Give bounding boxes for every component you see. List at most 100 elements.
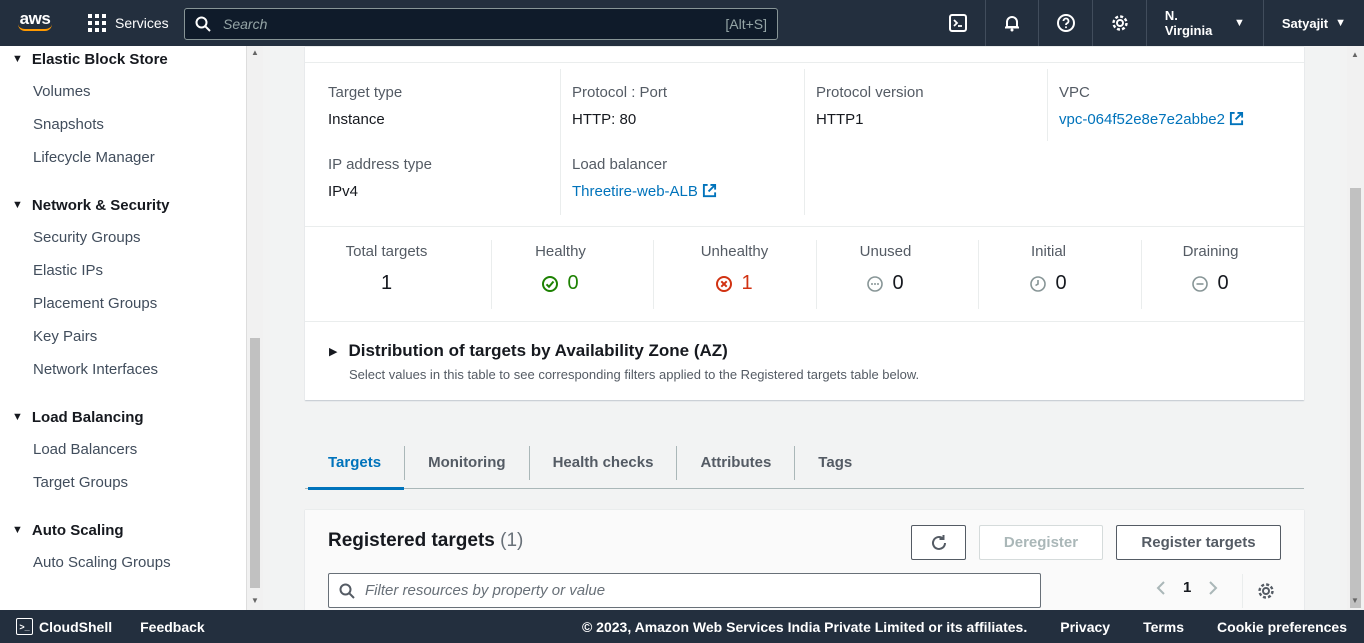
column-divider <box>560 69 561 215</box>
target-type-field: Target type Instance <box>328 84 402 128</box>
sidebar-item-lifecycle-manager[interactable]: Lifecycle Manager <box>33 147 155 169</box>
draining-value[interactable]: 0 <box>1129 272 1292 295</box>
column-divider <box>1047 69 1048 141</box>
tab-targets[interactable]: Targets <box>305 437 405 490</box>
tab-monitoring[interactable]: Monitoring <box>405 437 528 489</box>
vpc-link[interactable]: vpc-064f52e8e7e2abbe2 <box>1059 111 1244 128</box>
sidebar-section-ebs[interactable]: ▼ Elastic Block Store <box>0 46 168 72</box>
unused-stat[interactable]: Unused 0 <box>804 243 967 295</box>
sidebar-item-snapshots[interactable]: Snapshots <box>33 114 104 136</box>
pager-divider <box>1242 574 1243 608</box>
caret-down-icon: ▼ <box>1335 17 1347 29</box>
terms-link[interactable]: Terms <box>1143 619 1184 635</box>
sidebar-item-target-groups[interactable]: Target Groups <box>33 472 128 494</box>
sidebar-item-network-interfaces[interactable]: Network Interfaces <box>33 359 158 381</box>
filter-input[interactable] <box>365 582 1040 599</box>
current-page[interactable]: 1 <box>1183 579 1191 596</box>
cloudshell-button[interactable]: >_ CloudShell <box>16 618 112 635</box>
ip-address-type-field: IP address type IPv4 <box>328 156 432 200</box>
healthy-value[interactable]: 0 <box>479 272 642 295</box>
initial-stat[interactable]: Initial 0 <box>967 243 1130 295</box>
healthy-stat[interactable]: Healthy 0 <box>479 243 642 295</box>
sidebar-item-volumes[interactable]: Volumes <box>33 81 91 103</box>
main-scrollbar-thumb[interactable] <box>1350 188 1361 608</box>
tab-tags[interactable]: Tags <box>795 437 875 489</box>
tab-health-checks[interactable]: Health checks <box>530 437 677 489</box>
sidebar-section-network-security[interactable]: ▼ Network & Security <box>0 192 169 218</box>
cloudshell-nav-button[interactable] <box>932 0 986 46</box>
refresh-button[interactable] <box>911 525 966 560</box>
sidebar-item-auto-scaling-groups[interactable]: Auto Scaling Groups <box>33 552 171 574</box>
scroll-down-icon[interactable]: ▼ <box>251 596 259 605</box>
footer: >_ CloudShell Feedback © 2023, Amazon We… <box>0 610 1364 643</box>
caret-down-icon: ▼ <box>1233 17 1245 29</box>
ip-address-type-label: IP address type <box>328 156 432 173</box>
sidebar-scrollbar[interactable]: ▲ ▼ <box>246 46 263 610</box>
total-targets-label: Total targets <box>345 243 428 260</box>
initial-label: Initial <box>1030 243 1067 260</box>
scroll-up-icon[interactable]: ▲ <box>1351 50 1359 59</box>
initial-count: 0 <box>1055 272 1067 294</box>
search-input[interactable] <box>223 16 726 32</box>
scroll-down-icon[interactable]: ▼ <box>1351 596 1359 605</box>
gear-icon[interactable] <box>1257 582 1275 600</box>
external-link-icon <box>1229 111 1244 126</box>
az-distribution-expander[interactable]: ▶ Distribution of targets by Availability… <box>329 341 919 382</box>
main-scrollbar[interactable]: ▲ ▼ <box>1347 46 1364 610</box>
registered-targets-title: Registered targets <box>328 530 495 551</box>
unhealthy-stat[interactable]: Unhealthy 1 <box>653 243 816 295</box>
sidebar-item-elastic-ips[interactable]: Elastic IPs <box>33 260 103 282</box>
refresh-icon <box>931 534 946 550</box>
unhealthy-value[interactable]: 1 <box>653 272 816 295</box>
services-menu-button[interactable]: Services <box>70 0 177 46</box>
feedback-link[interactable]: Feedback <box>140 619 205 635</box>
search-bar[interactable]: [Alt+S] <box>184 8 778 40</box>
vpc-label: VPC <box>1059 84 1090 101</box>
tab-attributes[interactable]: Attributes <box>677 437 794 489</box>
scroll-up-icon[interactable]: ▲ <box>251 48 259 57</box>
protocol-port-label: Protocol : Port <box>572 84 668 101</box>
triangle-down-icon: ▼ <box>12 524 23 536</box>
registered-targets-panel: Registered targets (1) Deregister Regist… <box>305 509 1304 610</box>
draining-count: 0 <box>1217 272 1229 294</box>
column-divider <box>804 69 805 215</box>
sidebar-section-title: Load Balancing <box>31 408 144 426</box>
sidebar-section-auto-scaling[interactable]: ▼ Auto Scaling <box>0 517 124 543</box>
stat-divider <box>816 240 817 309</box>
sidebar-item-load-balancers[interactable]: Load Balancers <box>33 439 137 461</box>
sidebar-item-placement-groups[interactable]: Placement Groups <box>33 293 157 315</box>
triangle-down-icon: ▼ <box>12 53 23 65</box>
sidebar-item-security-groups[interactable]: Security Groups <box>33 227 141 249</box>
register-targets-button[interactable]: Register targets <box>1116 525 1281 560</box>
privacy-link[interactable]: Privacy <box>1060 619 1110 635</box>
aws-logo[interactable]: aws <box>0 0 70 46</box>
chevron-left-icon[interactable] <box>1155 580 1167 596</box>
cookie-preferences-link[interactable]: Cookie preferences <box>1217 619 1347 635</box>
user-menu[interactable]: Satyajit ▼ <box>1264 0 1364 46</box>
chevron-right-icon[interactable] <box>1207 580 1219 596</box>
bell-icon <box>1005 16 1020 32</box>
help-button[interactable] <box>1039 0 1094 46</box>
sidebar-section-load-balancing[interactable]: ▼ Load Balancing <box>0 404 144 430</box>
deregister-button[interactable]: Deregister <box>979 525 1103 560</box>
az-distribution-header[interactable]: ▶ Distribution of targets by Availability… <box>329 341 919 361</box>
sidebar-item-key-pairs[interactable]: Key Pairs <box>33 326 97 348</box>
unused-value[interactable]: 0 <box>804 272 967 295</box>
initial-value[interactable]: 0 <box>967 272 1130 295</box>
filter-bar[interactable] <box>328 573 1041 608</box>
unused-count: 0 <box>892 272 904 294</box>
region-selector[interactable]: N. Virginia ▼ <box>1147 0 1264 46</box>
aws-smile-icon <box>18 24 52 31</box>
registered-targets-count: (1) <box>500 530 524 551</box>
load-balancer-link[interactable]: Threetire-web-ALB <box>572 183 717 200</box>
target-type-label: Target type <box>328 84 403 101</box>
triangle-down-icon: ▼ <box>12 199 23 211</box>
draining-stat[interactable]: Draining 0 <box>1129 243 1292 295</box>
protocol-version-label: Protocol version <box>816 84 924 101</box>
sidebar-scrollbar-thumb[interactable] <box>250 338 260 588</box>
healthy-label: Healthy <box>535 243 586 260</box>
settings-button[interactable] <box>1093 0 1147 46</box>
top-navigation: aws Services [Alt+S] N. Virginia ▼ Satyaj… <box>0 0 1364 46</box>
az-distribution-description: Select values in this table to see corre… <box>349 367 920 382</box>
notifications-button[interactable] <box>986 0 1040 46</box>
